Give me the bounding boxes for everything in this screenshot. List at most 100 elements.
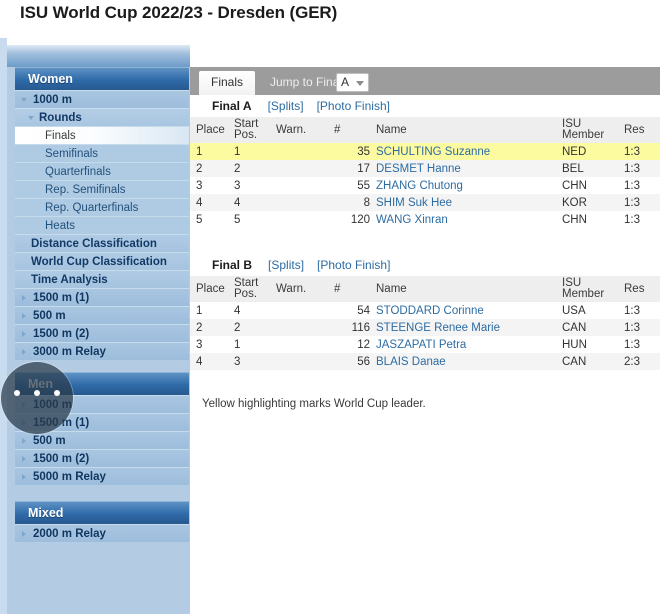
- chevron-right-icon: [22, 294, 26, 301]
- column-header: Name: [370, 117, 556, 143]
- cell-place: 3: [196, 338, 203, 351]
- sidebar-item-label: Distance Classification: [31, 238, 157, 250]
- cell-result: 1:3: [624, 304, 640, 317]
- chevron-right-icon: [22, 312, 26, 319]
- results-content: Final A [Splits] [Photo Finish] Place Start P…: [190, 95, 660, 614]
- cell-name: SCHULTING Suzanne: [370, 143, 556, 160]
- cell-name: BLAIS Danae: [370, 353, 556, 370]
- sidebar-item-rep-quarterfinals[interactable]: Rep. Quarterfinals: [15, 198, 189, 216]
- touch-gesture-indicator: [1, 362, 73, 434]
- sidebar-item-rep-semifinals[interactable]: Rep. Semifinals: [15, 180, 189, 198]
- final-header: Final A [Splits] [Photo Finish]: [190, 95, 660, 117]
- sidebar-item-1000-m[interactable]: 1000 m: [15, 90, 189, 108]
- final-select[interactable]: A: [336, 73, 369, 92]
- cell-name: JASZAPATI Petra: [376, 338, 467, 351]
- cell-name: STEENGE Renee Marie: [370, 319, 556, 336]
- final-select-value: A: [341, 75, 350, 89]
- table-row[interactable]: 4 3 56 BLAIS Danae CAN 2:3: [190, 353, 660, 370]
- chevron-right-icon: [22, 437, 26, 444]
- cell-name: SHIM Suk Hee: [370, 194, 556, 211]
- sidebar-item-semifinals[interactable]: Semifinals: [15, 144, 189, 162]
- table-row[interactable]: 1 4 54 STODDARD Corinne USA 1:3: [190, 302, 660, 319]
- left-rail: [0, 38, 7, 614]
- final-block: Final B [Splits] [Photo Finish] Place Start P…: [190, 254, 660, 370]
- sidebar-item-quarterfinals[interactable]: Quarterfinals: [15, 162, 189, 180]
- sidebar-item-1500-m-1[interactable]: 1500 m (1): [15, 288, 189, 306]
- cell-num: 17: [328, 160, 370, 177]
- cell-warn: [270, 194, 328, 211]
- cell-result: 1:3: [618, 143, 660, 160]
- splits-link[interactable]: [Splits]: [268, 258, 304, 272]
- sidebar-section-mixed: Mixed: [15, 501, 189, 524]
- cell-place: 1: [190, 143, 228, 160]
- sidebar-item-500-m[interactable]: 500 m: [15, 306, 189, 324]
- cell-warn: [270, 143, 328, 160]
- cell-warn: [270, 353, 328, 370]
- sidebar-item-5000-m-relay[interactable]: 5000 m Relay: [15, 467, 189, 485]
- sidebar-item-label: 500 m: [33, 435, 66, 447]
- tab-strip: Finals Jump to Final A: [190, 67, 660, 95]
- page-title: ISU World Cup 2022/23 - Dresden (GER): [20, 3, 338, 22]
- cell-warn: [270, 160, 328, 177]
- final-header: Final B [Splits] [Photo Finish]: [190, 254, 660, 276]
- table-row[interactable]: 3 3 55 ZHANG Chutong CHN 1:3: [190, 177, 660, 194]
- sidebar-item-heats[interactable]: Heats: [15, 216, 189, 234]
- cell-name: ZHANG Chutong: [376, 179, 463, 192]
- cell-isu: CAN: [556, 319, 618, 336]
- splits-link[interactable]: [Splits]: [268, 99, 304, 113]
- sidebar-section-women: Women: [15, 67, 189, 90]
- cell-isu: CHN: [562, 213, 587, 226]
- sidebar-item-finals[interactable]: Finals: [15, 126, 189, 144]
- column-header: Res: [618, 276, 660, 302]
- cell-num: 56: [328, 353, 370, 370]
- cell-place: 2: [190, 160, 228, 177]
- cell-isu: NED: [556, 143, 618, 160]
- table-row[interactable]: 2 2 116 STEENGE Renee Marie CAN 1:3: [190, 319, 660, 336]
- column-header: Warn.: [270, 276, 328, 302]
- table-row[interactable]: 1 1 35 SCHULTING Suzanne NED 1:3: [190, 143, 660, 160]
- sidebar-item-3000-m-relay[interactable]: 3000 m Relay: [15, 342, 189, 360]
- sidebar-item-1500-m-2[interactable]: 1500 m (2): [15, 449, 189, 467]
- sidebar-item-label: Rep. Semifinals: [45, 184, 126, 196]
- sidebar-item-time-analysis[interactable]: Time Analysis: [15, 270, 189, 288]
- cell-isu: CAN: [556, 353, 618, 370]
- cell-result: 2:3: [618, 353, 660, 370]
- table-row[interactable]: 3 1 12 JASZAPATI Petra HUN 1:3: [190, 336, 660, 353]
- cell-start: 3: [228, 353, 270, 370]
- sidebar-item-distance-classification[interactable]: Distance Classification: [15, 234, 189, 252]
- photo-finish-link[interactable]: [Photo Finish]: [317, 258, 390, 272]
- sidebar-item-label: 2000 m Relay: [33, 528, 106, 540]
- column-header: Place: [190, 276, 228, 302]
- cell-name: DESMET Hanne: [370, 160, 556, 177]
- final-title: Final A: [212, 99, 252, 113]
- sidebar-item-label: Quarterfinals: [45, 166, 111, 178]
- tab-finals[interactable]: Finals: [199, 71, 256, 95]
- sidebar-item-label: Finals: [45, 130, 76, 142]
- sidebar-item-label: 3000 m Relay: [33, 346, 106, 358]
- column-header: #: [328, 117, 370, 143]
- cell-start: 5: [234, 213, 241, 226]
- table-row[interactable]: 2 2 17 DESMET Hanne BEL 1:3: [190, 160, 660, 177]
- column-header: #: [328, 276, 370, 302]
- cell-place: 4: [190, 353, 228, 370]
- sidebar-item-label: Rep. Quarterfinals: [45, 202, 139, 214]
- sidebar-item-2000-m-relay[interactable]: 2000 m Relay: [15, 524, 189, 542]
- sidebar-item-1500-m-2[interactable]: 1500 m (2): [15, 324, 189, 342]
- title-bar-left-edge: [0, 0, 20, 38]
- results-table: Place Start Pos. Warn. # Name ISU Member Res 1 4 5…: [190, 276, 660, 370]
- cell-warn: [270, 177, 328, 194]
- sidebar-item-label: Rounds: [39, 112, 82, 124]
- cell-start: 4: [234, 304, 241, 317]
- table-header-row: Place Start Pos. Warn. # Name ISU Member Res: [190, 276, 660, 302]
- sidebar[interactable]: Women 1000 m Rounds Finals Semifinals Quarter…: [7, 67, 190, 614]
- sidebar-item-world-cup-classification[interactable]: World Cup Classification: [15, 252, 189, 270]
- sidebar-spacer: [15, 542, 189, 558]
- table-row[interactable]: 4 4 8 SHIM Suk Hee KOR 1:3: [190, 194, 660, 211]
- cell-start: 2: [228, 160, 270, 177]
- photo-finish-link[interactable]: [Photo Finish]: [317, 99, 390, 113]
- column-header: ISU Member: [556, 117, 618, 143]
- cell-result: 1:3: [618, 160, 660, 177]
- sidebar-item-rounds[interactable]: Rounds: [15, 108, 189, 126]
- chevron-down-icon: [356, 81, 364, 86]
- table-row[interactable]: 5 5 120 WANG Xinran CHN 1:3: [190, 211, 660, 228]
